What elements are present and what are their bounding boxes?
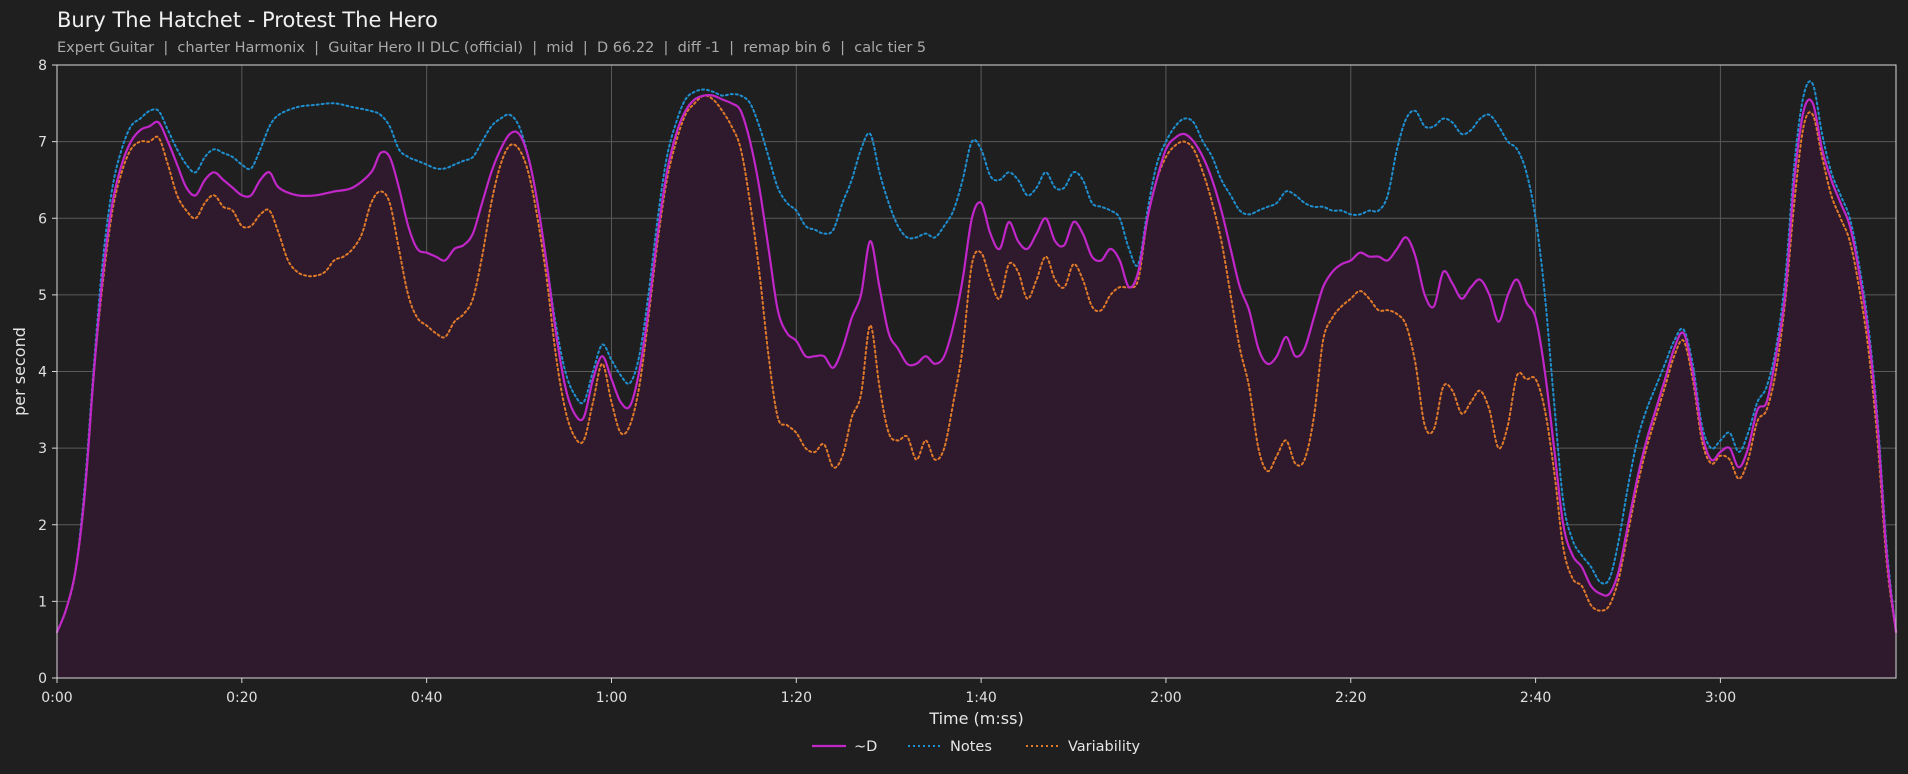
x-axis-label: Time (m:ss) bbox=[928, 709, 1023, 728]
x-tick-label: 2:20 bbox=[1335, 690, 1366, 706]
y-tick-label: 8 bbox=[38, 58, 47, 74]
x-tick-label: 1:40 bbox=[965, 690, 996, 706]
x-tick-label: 2:00 bbox=[1150, 690, 1181, 706]
y-tick-label: 0 bbox=[38, 671, 47, 687]
y-tick-label: 3 bbox=[38, 441, 47, 457]
y-tick-label: 1 bbox=[38, 594, 47, 610]
x-tick-label: 1:00 bbox=[596, 690, 627, 706]
x-tick-label: 0:20 bbox=[226, 690, 257, 706]
y-axis-ticks: 0 1 2 3 4 5 6 7 8 bbox=[38, 58, 57, 687]
d-area-fill bbox=[57, 95, 1896, 678]
y-axis-label: per second bbox=[10, 327, 29, 416]
x-tick-label: 3:00 bbox=[1705, 690, 1736, 706]
y-tick-label: 7 bbox=[38, 135, 47, 151]
y-tick-label: 5 bbox=[38, 288, 47, 304]
x-axis-ticks: 0:00 0:20 0:40 1:00 1:20 1:40 2:00 2:20 2:40 3:00 bbox=[41, 678, 1736, 706]
y-tick-label: 4 bbox=[38, 365, 47, 381]
x-tick-label: 0:40 bbox=[411, 690, 442, 706]
x-tick-label: 1:20 bbox=[781, 690, 812, 706]
y-tick-label: 6 bbox=[38, 211, 47, 227]
x-tick-label: 0:00 bbox=[41, 690, 72, 706]
legend: ~D Notes Variability bbox=[812, 739, 1141, 755]
legend-label-d: ~D bbox=[854, 739, 877, 755]
y-tick-label: 2 bbox=[38, 518, 47, 534]
legend-label-variability: Variability bbox=[1068, 739, 1141, 755]
line-chart: 0:00 0:20 0:40 1:00 1:20 1:40 2:00 2:20 2:40 3:00… bbox=[10, 58, 1898, 755]
x-tick-label: 2:40 bbox=[1520, 690, 1551, 706]
d-area bbox=[57, 95, 1896, 678]
legend-label-notes: Notes bbox=[950, 739, 992, 755]
